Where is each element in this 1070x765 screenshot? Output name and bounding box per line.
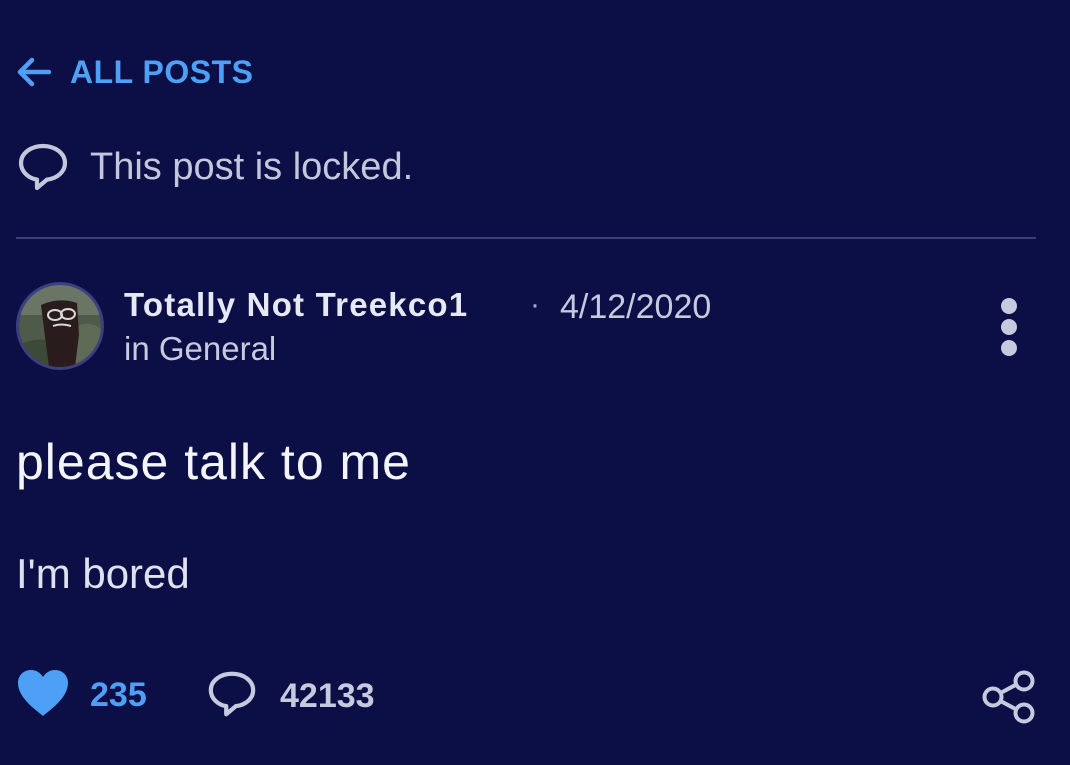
more-options-button[interactable] [992,298,1026,358]
share-icon [980,670,1038,728]
post-date: 4/12/2020 [560,288,712,326]
locked-notice: This post is locked. [16,140,413,194]
heart-icon [16,668,70,723]
speech-bubble-icon [16,140,70,194]
meta-separator: · [530,288,540,321]
divider [16,237,1036,239]
post-title: please talk to me [16,434,411,490]
comment-count: 42133 [280,677,375,715]
avatar[interactable] [16,282,104,370]
author-name[interactable]: Totally Not Treekco1 [124,286,468,324]
all-posts-label: ALL POSTS [70,53,254,90]
all-posts-link[interactable]: ALL POSTS [14,52,253,92]
post-category[interactable]: in General [124,330,276,368]
post-body: I'm bored [16,550,190,597]
locked-notice-text: This post is locked. [90,145,414,188]
arrow-left-icon [14,52,54,92]
like-count: 235 [90,676,147,714]
share-button[interactable] [980,670,1038,729]
speech-bubble-icon [206,668,258,725]
like-button[interactable]: 235 [16,668,147,723]
comment-button[interactable]: 42133 [206,668,375,725]
post-page: ALL POSTS This post is locked. Totally N… [0,0,1070,765]
